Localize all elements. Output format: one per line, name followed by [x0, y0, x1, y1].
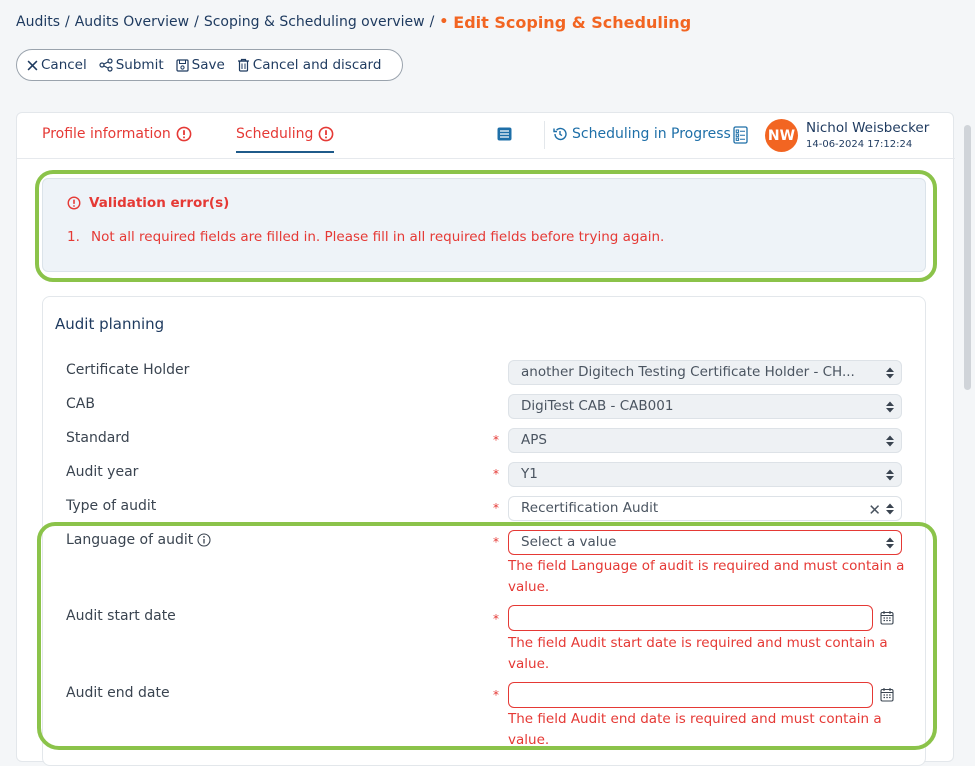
required-asterisk: * [493, 535, 499, 549]
standard-select[interactable]: APS [508, 428, 902, 453]
validation-title-text: Validation error(s) [89, 195, 230, 211]
required-asterisk: * [493, 501, 499, 515]
validation-item: 1. Not all required fields are filled in.… [67, 229, 664, 245]
breadcrumb-audits[interactable]: Audits [16, 14, 60, 30]
info-icon[interactable] [197, 533, 211, 547]
list-icon[interactable] [497, 127, 512, 141]
select-placeholder: Select a value [521, 534, 617, 550]
error-icon [318, 126, 334, 142]
cancel-button[interactable]: Cancel [27, 57, 87, 73]
divider [544, 121, 545, 149]
error-line: value. [508, 732, 550, 748]
audit-start-date-input[interactable] [508, 605, 873, 631]
validation-item-number: 1. [67, 229, 80, 245]
required-asterisk: * [493, 612, 499, 626]
select-value: another Digitech Testing Certificate Hol… [521, 364, 855, 380]
status-label: Scheduling in Progress [572, 126, 731, 142]
select-value: Recertification Audit [521, 500, 659, 516]
audit-end-date-input[interactable] [508, 682, 873, 708]
required-asterisk: * [493, 467, 499, 481]
select-value: DigiTest CAB - CAB001 [521, 398, 674, 414]
unsaved-dot: • [439, 14, 449, 30]
sort-caret-icon [886, 503, 894, 515]
sort-caret-icon [886, 469, 894, 481]
error-line: value. [508, 579, 550, 595]
submit-button[interactable]: Submit [99, 57, 164, 73]
error-icon [67, 196, 81, 210]
scrollbar-thumb[interactable] [964, 125, 971, 390]
error-icon [176, 126, 192, 142]
action-toolbar: Cancel Submit Save Cancel and discard [16, 49, 403, 81]
language-of-audit-select[interactable]: Select a value [508, 530, 902, 555]
error-line: The field Audit end date is required and… [508, 711, 882, 727]
save-icon [176, 58, 189, 72]
breadcrumb-separator: / [194, 14, 199, 30]
status-indicator[interactable]: Scheduling in Progress [552, 126, 731, 142]
sort-caret-icon [886, 435, 894, 447]
sort-caret-icon [886, 367, 894, 379]
section-title: Audit planning [55, 315, 165, 333]
audit-year-select[interactable]: Y1 [508, 462, 902, 487]
certificate-holder-label: Certificate Holder [66, 362, 190, 378]
required-asterisk: * [493, 433, 499, 447]
audit-year-label: Audit year [66, 464, 139, 480]
user-timestamp: 14-06-2024 17:12:24 [806, 139, 913, 150]
select-value: APS [521, 432, 547, 448]
checklist-icon[interactable] [733, 126, 748, 144]
tab-label: Scheduling [236, 126, 314, 142]
error-line: The field Language of audit is required … [508, 558, 905, 574]
field-error-message: The field Audit end date is required and… [508, 709, 908, 751]
standard-label: Standard [66, 430, 130, 446]
avatar[interactable]: NW [765, 119, 798, 152]
cab-select[interactable]: DigiTest CAB - CAB001 [508, 394, 902, 419]
share-icon [99, 58, 113, 72]
audit-start-date-label: Audit start date [66, 608, 176, 624]
sort-caret-icon [886, 537, 894, 549]
sort-caret-icon [886, 401, 894, 413]
tab-profile-information[interactable]: Profile information [42, 126, 192, 142]
cancel-and-discard-button[interactable]: Cancel and discard [237, 57, 382, 73]
user-name: Nichol Weisbecker [806, 120, 930, 136]
validation-panel: Validation error(s) 1. Not all required f… [42, 178, 926, 272]
calendar-icon[interactable] [880, 687, 894, 702]
close-icon [27, 60, 38, 70]
tab-scheduling[interactable]: Scheduling [236, 126, 335, 153]
language-of-audit-label: Language of audit [66, 532, 211, 548]
calendar-icon[interactable] [880, 610, 894, 625]
validation-title: Validation error(s) [67, 195, 229, 211]
breadcrumb-audits-overview[interactable]: Audits Overview [75, 14, 189, 30]
cab-label: CAB [66, 396, 95, 412]
trash-icon [237, 58, 249, 72]
breadcrumb: Audits / Audits Overview / Scoping & Sch… [16, 10, 691, 34]
cancel-and-discard-label: Cancel and discard [252, 57, 382, 73]
field-error-message: The field Audit start date is required a… [508, 633, 908, 675]
select-value: Y1 [521, 466, 538, 482]
clear-icon[interactable]: ✕ [868, 499, 881, 520]
required-asterisk: * [493, 688, 499, 702]
error-line: value. [508, 656, 550, 672]
label-text: Language of audit [66, 532, 194, 548]
error-line: The field Audit start date is required a… [508, 635, 888, 651]
page-title: Edit Scoping & Scheduling [453, 12, 692, 32]
validation-item-text: Not all required fields are filled in. P… [91, 229, 665, 245]
tab-bar: Profile information Scheduling Schedulin… [17, 113, 955, 159]
audit-end-date-label: Audit end date [66, 685, 170, 701]
history-icon [553, 127, 567, 141]
type-of-audit-label: Type of audit [66, 498, 157, 514]
submit-label: Submit [115, 57, 164, 73]
field-error-message: The field Language of audit is required … [508, 556, 908, 598]
breadcrumb-separator: / [65, 14, 70, 30]
save-label: Save [191, 57, 225, 73]
breadcrumb-separator: / [429, 14, 435, 30]
cancel-label: Cancel [41, 57, 87, 73]
certificate-holder-select[interactable]: another Digitech Testing Certificate Hol… [508, 360, 902, 385]
breadcrumb-scoping-overview[interactable]: Scoping & Scheduling overview [204, 14, 425, 30]
type-of-audit-select[interactable]: Recertification Audit ✕ [508, 496, 902, 521]
save-button[interactable]: Save [176, 57, 225, 73]
tab-label: Profile information [42, 126, 171, 142]
